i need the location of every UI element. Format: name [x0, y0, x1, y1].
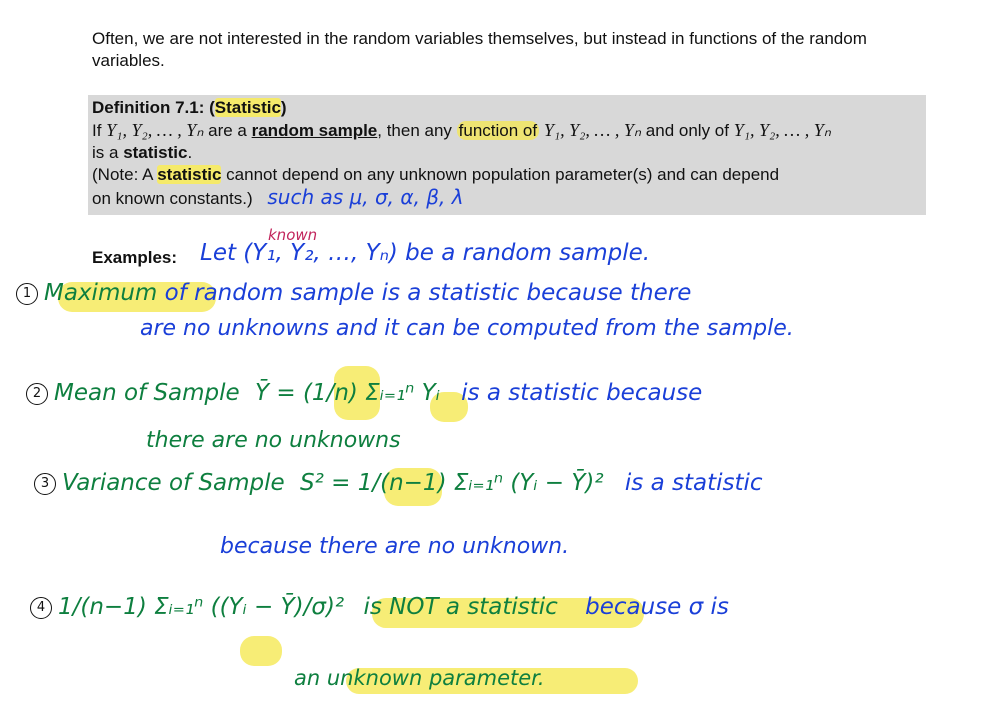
note-statistic: statistic: [157, 165, 222, 184]
def-text: is a: [92, 143, 124, 162]
definition-line-1: If Y₁, Y₂, … , Yₙ are a random sample, t…: [92, 119, 922, 142]
definition-title-suffix: ): [280, 98, 287, 117]
definition-note-2: on known constants.) such as μ, σ, α, β,…: [92, 186, 922, 210]
let-statement: Let (Y₁, Y₂, …, Yₙ) be a random sample.: [200, 240, 651, 266]
definition-line-2: is a statistic.: [92, 142, 922, 164]
definition-title: Definition 7.1: (Statistic): [92, 97, 922, 119]
example-4-continued: an unknown parameter.: [294, 666, 545, 690]
sigma-highlight: [240, 636, 282, 666]
def-vars: Y₁, Y₂, … , Yₙ: [106, 120, 204, 140]
example-4-tail-b: because σ is: [585, 594, 729, 620]
number-3-badge: 3: [34, 472, 56, 495]
example-4-formula: 1/(n−1) Σᵢ₌₁ⁿ ((Yᵢ − Ȳ)/σ)²: [58, 594, 345, 620]
example-3-continued: because there are no unknown.: [220, 534, 570, 559]
def-text: .: [187, 143, 193, 162]
example-2-continued: there are no unknowns: [146, 428, 401, 453]
example-2-text: Mean of Sample: [54, 380, 240, 406]
definition-term: Statistic: [214, 98, 281, 117]
definition-box: Definition 7.1: (Statistic) If Y₁, Y₂, ……: [88, 95, 926, 215]
def-text: cannot depend on any unknown population …: [221, 165, 780, 184]
example-4-tail-a: is NOT a statistic: [363, 594, 558, 620]
example-2-tail: is a statistic because: [461, 380, 703, 406]
def-function-of: function of: [456, 121, 540, 140]
example-3-formula: S² = 1/(n−1) Σᵢ₌₁ⁿ (Yᵢ − Ȳ)²: [300, 470, 604, 496]
def-text: on known constants.): [92, 189, 253, 208]
def-vars: Y₁, Y₂, … , Yₙ: [733, 120, 831, 140]
def-text: (Note: A: [92, 165, 158, 184]
example-1-continued: are no unknowns and it can be computed f…: [140, 316, 794, 341]
example-1: 1 Maximum of random sample is a statistic…: [16, 280, 691, 306]
example-3-text: Variance of Sample: [62, 470, 285, 496]
example-1-term: Maximum: [44, 280, 158, 306]
example-1-text: of random sample is a statistic because …: [164, 280, 692, 306]
def-text: are a: [203, 121, 252, 140]
number-2-badge: 2: [26, 382, 48, 405]
examples-label: Examples:: [92, 248, 178, 267]
number-1-badge: 1: [16, 282, 38, 305]
intro-paragraph: Often, we are not interested in the rand…: [92, 29, 867, 70]
example-3: 3 Variance of Sample S² = 1/(n−1) Σᵢ₌₁ⁿ (…: [34, 470, 763, 496]
def-vars: Y₁, Y₂, … , Yₙ: [543, 120, 642, 140]
def-text: If: [92, 121, 107, 140]
example-2-formula: Ȳ = (1/n) Σᵢ₌₁ⁿ Yᵢ: [255, 380, 440, 406]
definition-note: (Note: A statistic cannot depend on any …: [92, 164, 922, 186]
handwritten-such-as: such as μ, σ, α, β, λ: [267, 185, 464, 209]
def-random-sample: random sample: [251, 121, 378, 140]
definition-title-prefix: Definition 7.1: (: [92, 98, 215, 117]
def-statistic: statistic: [123, 143, 188, 162]
def-text: , then any: [377, 121, 457, 140]
number-4-badge: 4: [30, 596, 52, 619]
example-4: 4 1/(n−1) Σᵢ₌₁ⁿ ((Yᵢ − Ȳ)/σ)² is NOT a st…: [30, 594, 729, 620]
example-2: 2 Mean of Sample Ȳ = (1/n) Σᵢ₌₁ⁿ Yᵢ is a …: [26, 380, 702, 406]
example-3-tail: is a statistic: [624, 470, 763, 496]
def-text: and only of: [641, 121, 734, 140]
